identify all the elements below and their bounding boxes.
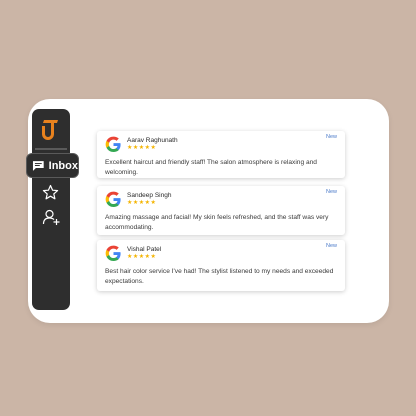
google-icon xyxy=(105,191,121,208)
star-rating: ★★★★★ xyxy=(127,145,157,151)
sidebar-divider xyxy=(35,148,67,150)
star-rating: ★★★★★ xyxy=(127,254,157,260)
review-card[interactable]: Vishal Patel ★★★★★ New Best hair color s… xyxy=(97,240,345,291)
star-rating: ★★★★★ xyxy=(127,200,157,206)
reviewer-name: Sandeep Singh xyxy=(127,192,172,199)
google-icon xyxy=(105,136,121,153)
sidebar-item-inbox[interactable]: Inbox xyxy=(26,153,79,178)
review-text: Excellent haircut and friendly staff! Th… xyxy=(105,159,317,176)
sidebar-item-label: Inbox xyxy=(48,159,78,172)
review-header: Aarav Raghunath ★★★★★ xyxy=(105,136,178,153)
review-header: Sandeep Singh ★★★★★ xyxy=(105,191,171,208)
review-text: Amazing massage and facial! My skin feel… xyxy=(105,214,329,231)
reviewer-name: Aarav Raghunath xyxy=(127,137,178,144)
chat-icon xyxy=(32,160,44,171)
review-card[interactable]: Aarav Raghunath ★★★★★ New Excellent hair… xyxy=(97,131,345,178)
brand-logo-icon xyxy=(42,120,58,140)
new-badge: New xyxy=(325,134,337,140)
review-card[interactable]: Sandeep Singh ★★★★★ New Amazing massage … xyxy=(97,186,345,235)
star-icon[interactable] xyxy=(42,184,59,201)
new-badge: New xyxy=(325,189,337,195)
review-text: Best hair color service I've had! The st… xyxy=(105,268,334,285)
google-icon xyxy=(105,245,121,262)
add-user-icon[interactable] xyxy=(42,208,61,227)
reviewer-name: Vishal Patel xyxy=(127,246,162,253)
review-header: Vishal Patel ★★★★★ xyxy=(105,245,161,262)
new-badge: New xyxy=(325,243,337,249)
